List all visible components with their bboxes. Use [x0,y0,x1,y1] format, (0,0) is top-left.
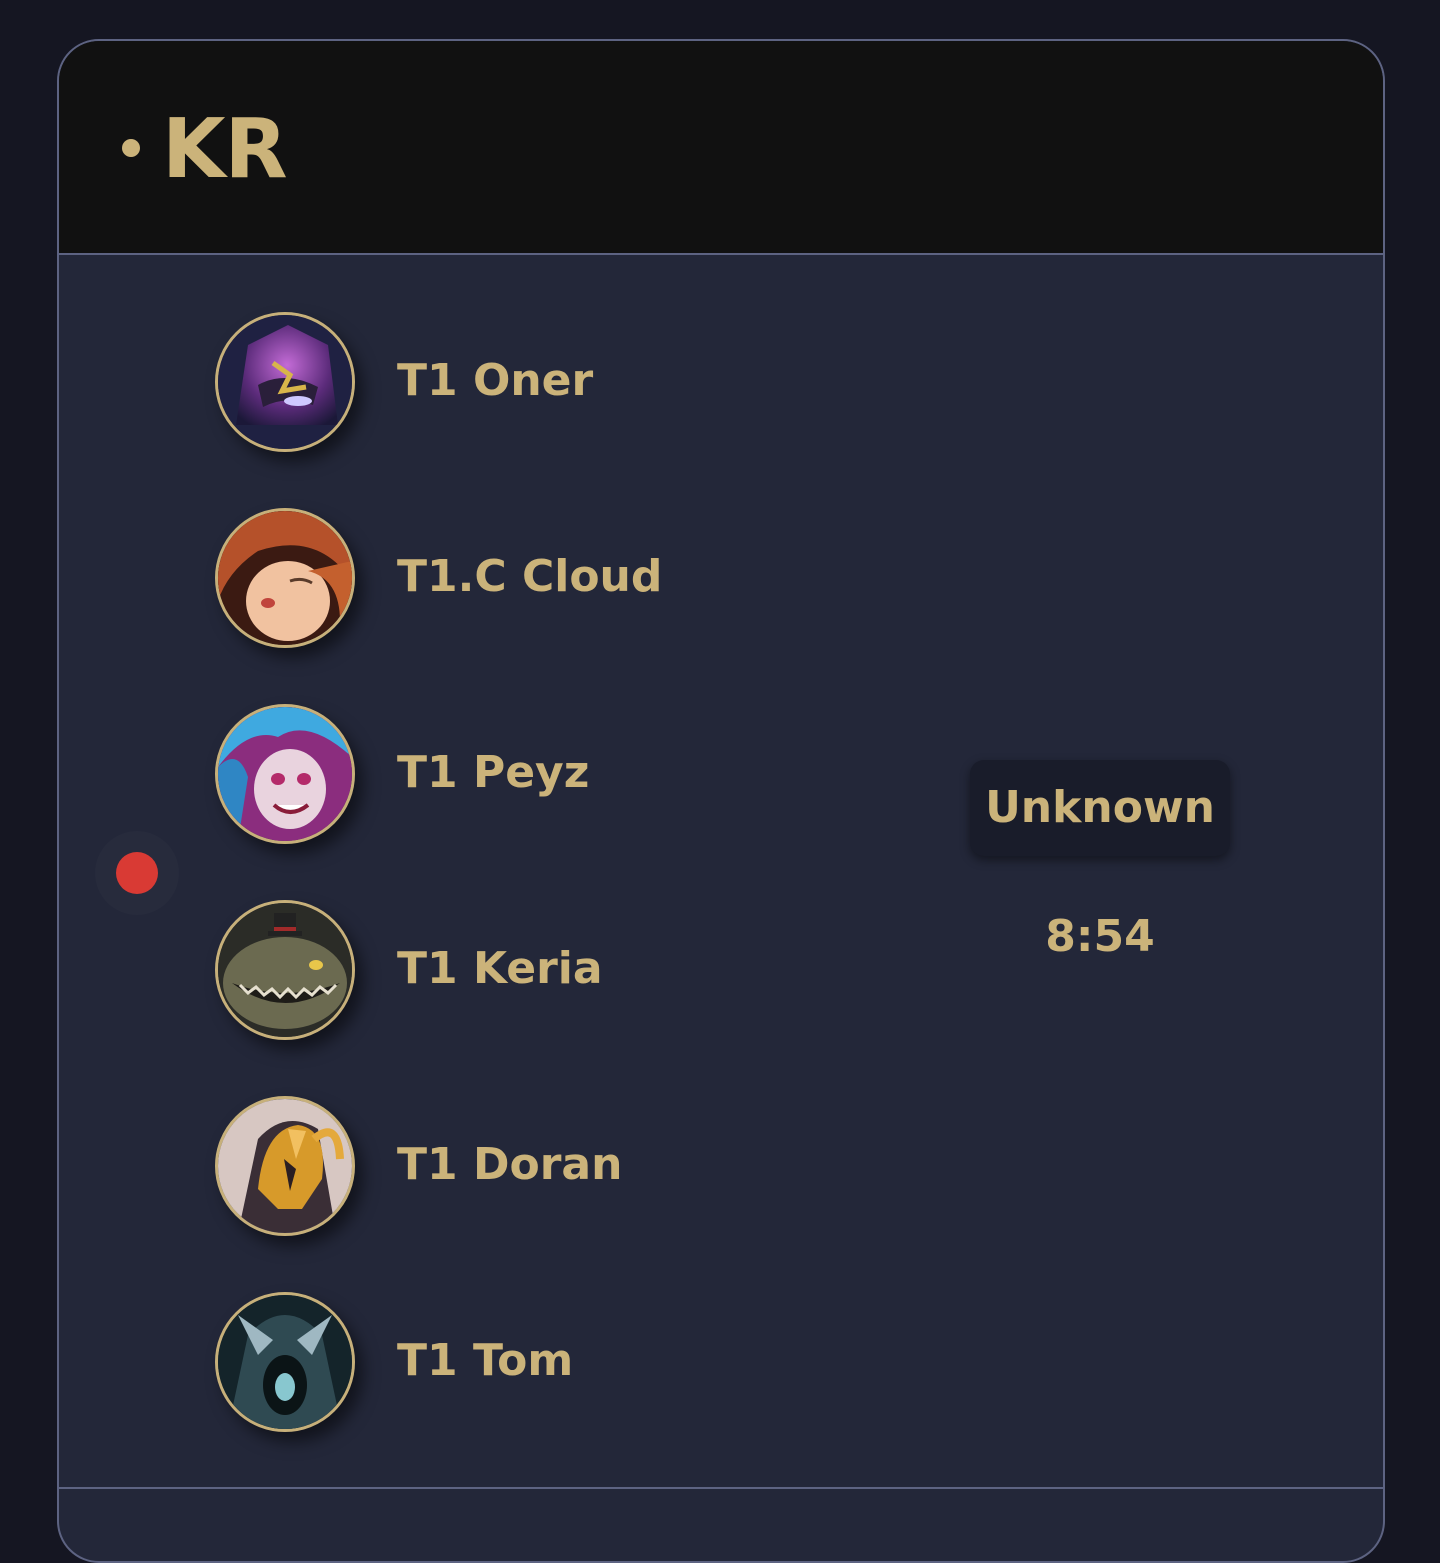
player-name: T1 Doran [397,1139,623,1190]
live-game-card: KR T1 Oner T1.C Cloud T1 Peyz T1 Keria T… [57,39,1385,1563]
game-status-badge: Unknown [970,760,1230,856]
region-bullet-icon [122,139,140,157]
champion-avatar-icon [215,1292,355,1432]
player-row[interactable]: T1 Keria [215,900,815,1040]
champion-avatar-icon [215,312,355,452]
player-row[interactable]: T1.C Cloud [215,508,815,648]
champion-avatar-icon [215,1096,355,1236]
player-name: T1 Tom [397,1335,574,1386]
champion-avatar-icon [215,508,355,648]
card-header: KR [59,41,1383,255]
region-title: KR [162,102,288,197]
player-row[interactable]: T1 Doran [215,1096,815,1236]
player-name: T1 Keria [397,943,603,994]
champion-avatar-icon [215,900,355,1040]
live-dot-icon [116,852,158,894]
game-timer: 8:54 [1045,911,1155,962]
champion-avatar-icon [215,704,355,844]
player-row[interactable]: T1 Peyz [215,704,815,844]
live-indicator [95,831,179,915]
player-name: T1 Oner [397,355,594,406]
player-row[interactable]: T1 Oner [215,312,815,452]
player-name: T1.C Cloud [397,551,663,602]
player-roster: T1 Oner T1.C Cloud T1 Peyz T1 Keria T1 D… [59,255,1383,1489]
player-row[interactable]: T1 Tom [215,1292,815,1432]
player-name: T1 Peyz [397,747,590,798]
